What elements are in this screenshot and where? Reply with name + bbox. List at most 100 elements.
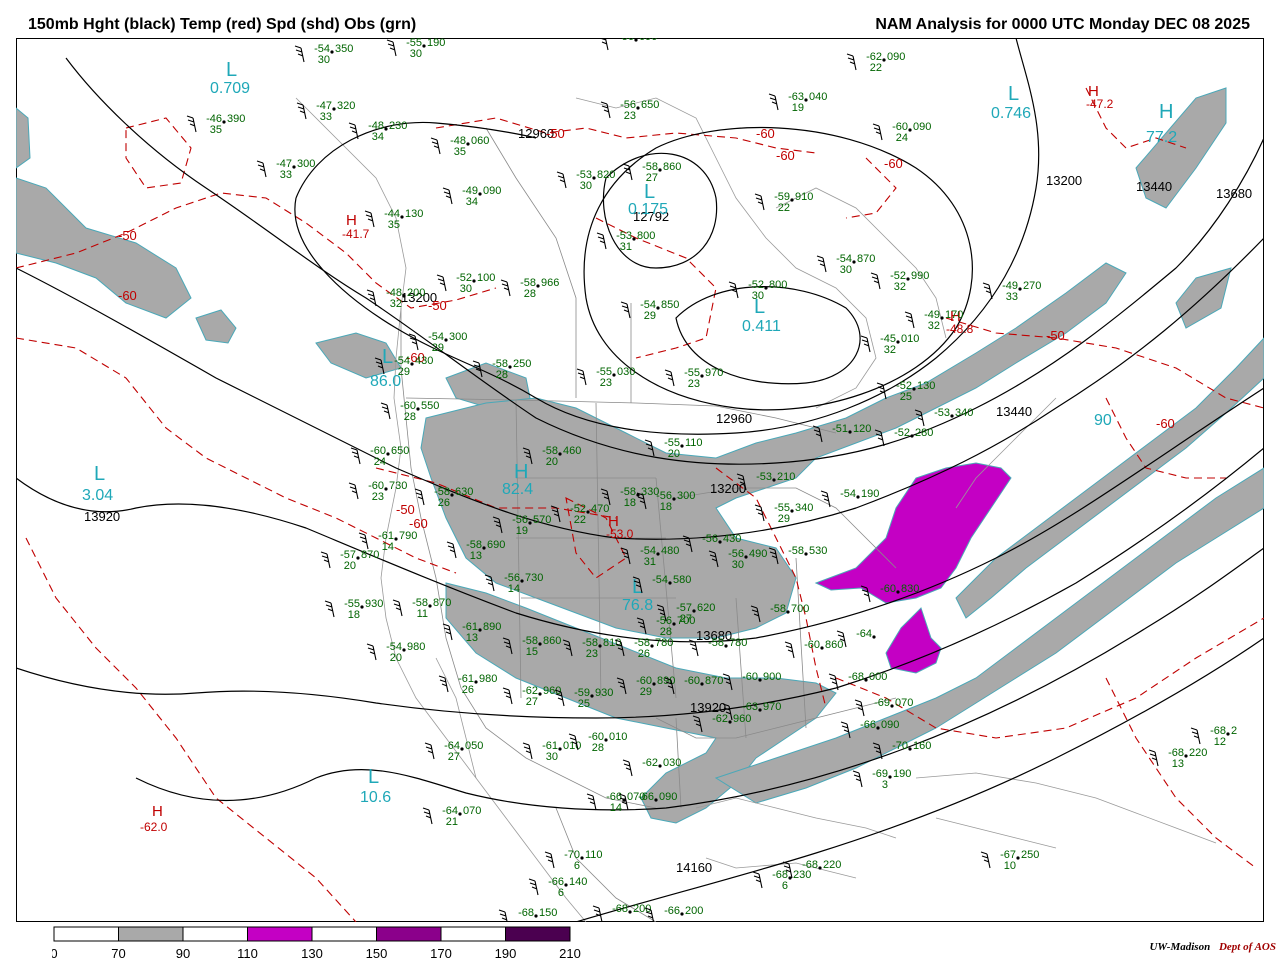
station-dot [700, 374, 704, 378]
station-dewpoint: 28 [404, 411, 416, 423]
station-dewpoint: 6 [574, 860, 580, 872]
station-dot [634, 38, 638, 42]
station-dewpoint: 28 [592, 742, 604, 754]
station-height: 190 [427, 38, 445, 49]
station-dot [332, 107, 336, 111]
station-height: 650 [641, 99, 659, 111]
station-dewpoint: 34 [466, 196, 478, 208]
legend-tick: 90 [176, 946, 190, 960]
legend-tick: 0 [52, 946, 58, 960]
legend-swatch [311, 926, 377, 942]
station-dewpoint: 30 [318, 54, 330, 66]
station-dot [790, 198, 794, 202]
station-dewpoint: 19 [792, 102, 804, 114]
legend-color-bar [53, 926, 571, 942]
station-height: 230 [389, 120, 407, 132]
station-dot [466, 142, 470, 146]
legend-tick: 210 [559, 946, 581, 960]
center-value: 77.2 [1146, 129, 1177, 146]
station-dewpoint: 30 [410, 48, 422, 60]
legend-tick: 170 [430, 946, 452, 960]
station-dewpoint: 32 [894, 281, 906, 293]
station-dewpoint: 29 [398, 366, 410, 378]
station-height: 460 [563, 445, 581, 457]
station-height: 090 [913, 121, 931, 133]
legend-swatch [376, 926, 442, 942]
station-height: 690 [487, 539, 505, 551]
station-dot [222, 120, 226, 124]
station-height: 550 [421, 400, 439, 412]
station-dot [632, 237, 636, 241]
center-value: 0.175 [628, 201, 668, 218]
station-height: 270 [1023, 280, 1041, 292]
station-temp: -54 [840, 488, 856, 500]
station-height: 700 [677, 615, 695, 627]
station-height: 820 [597, 169, 615, 181]
station-height: 230 [793, 869, 811, 881]
station-temp: -68 [612, 903, 628, 915]
center-value: 0.709 [210, 80, 250, 97]
temp-label: -60 [1156, 416, 1175, 431]
station-height: 210 [777, 471, 795, 483]
station-dot [1018, 287, 1022, 291]
legend-tick: 70 [111, 946, 125, 960]
station-dot [410, 362, 414, 366]
station-height: 110 [685, 437, 703, 449]
station-height: 010 [901, 333, 919, 345]
station-dot [534, 914, 538, 918]
station-dot [672, 622, 676, 626]
station-dot [416, 407, 420, 411]
station-dewpoint: 20 [668, 448, 680, 460]
station-height: 150 [539, 907, 557, 919]
temp-label: -60 [409, 516, 428, 531]
station-dot [680, 912, 684, 916]
station-dewpoint: 23 [688, 378, 700, 390]
station-dot [558, 452, 562, 456]
height-label: 12960 [716, 411, 752, 426]
station-dot [764, 286, 768, 290]
station-height: 890 [483, 621, 501, 633]
station-dot [848, 430, 852, 434]
station-dot [652, 682, 656, 686]
station-dewpoint: 27 [646, 172, 658, 184]
station-temp: -69 [874, 697, 890, 709]
station-height: 090 [659, 791, 677, 803]
station-height: 090 [483, 185, 501, 197]
station-dot [656, 552, 660, 556]
station-dot [1184, 754, 1188, 758]
station-dot [896, 590, 900, 594]
station-dot [612, 373, 616, 377]
station-dot [558, 747, 562, 751]
station-height: 980 [479, 673, 497, 685]
station-height: 040 [809, 91, 827, 103]
station-dewpoint: 33 [1006, 291, 1018, 303]
temp-center-value: -53.0 [606, 527, 634, 541]
station-dewpoint: 3 [882, 779, 888, 791]
station-dot [580, 856, 584, 860]
station-height: 340 [955, 407, 973, 419]
station-dewpoint: 24 [374, 456, 386, 468]
station-dot [538, 692, 542, 696]
station-dewpoint: 20 [390, 652, 402, 664]
station-height: 860 [825, 639, 843, 651]
station-dewpoint: 20 [344, 560, 356, 572]
station-dot [400, 215, 404, 219]
station-dewpoint: 26 [638, 648, 650, 660]
station-dot [786, 610, 790, 614]
station-dot [864, 678, 868, 682]
station-temp: -60 [742, 671, 758, 683]
station-height: 010 [609, 731, 627, 743]
station-dewpoint: 30 [546, 751, 558, 763]
center-symbol: L [632, 576, 643, 598]
station-dewpoint: 13 [1172, 758, 1184, 770]
chart-title: 150mb Hght (black) Temp (red) Spd (shd) … [28, 16, 417, 33]
temp-center-value: -62.0 [140, 820, 168, 834]
legend-swatch [182, 926, 248, 942]
station-dot [508, 365, 512, 369]
center-value: 10.6 [360, 789, 391, 806]
station-dot [458, 812, 462, 816]
station-dot [586, 510, 590, 514]
station-dewpoint: 19 [516, 525, 528, 537]
station-dot [728, 720, 732, 724]
station-height: 790 [399, 530, 417, 542]
